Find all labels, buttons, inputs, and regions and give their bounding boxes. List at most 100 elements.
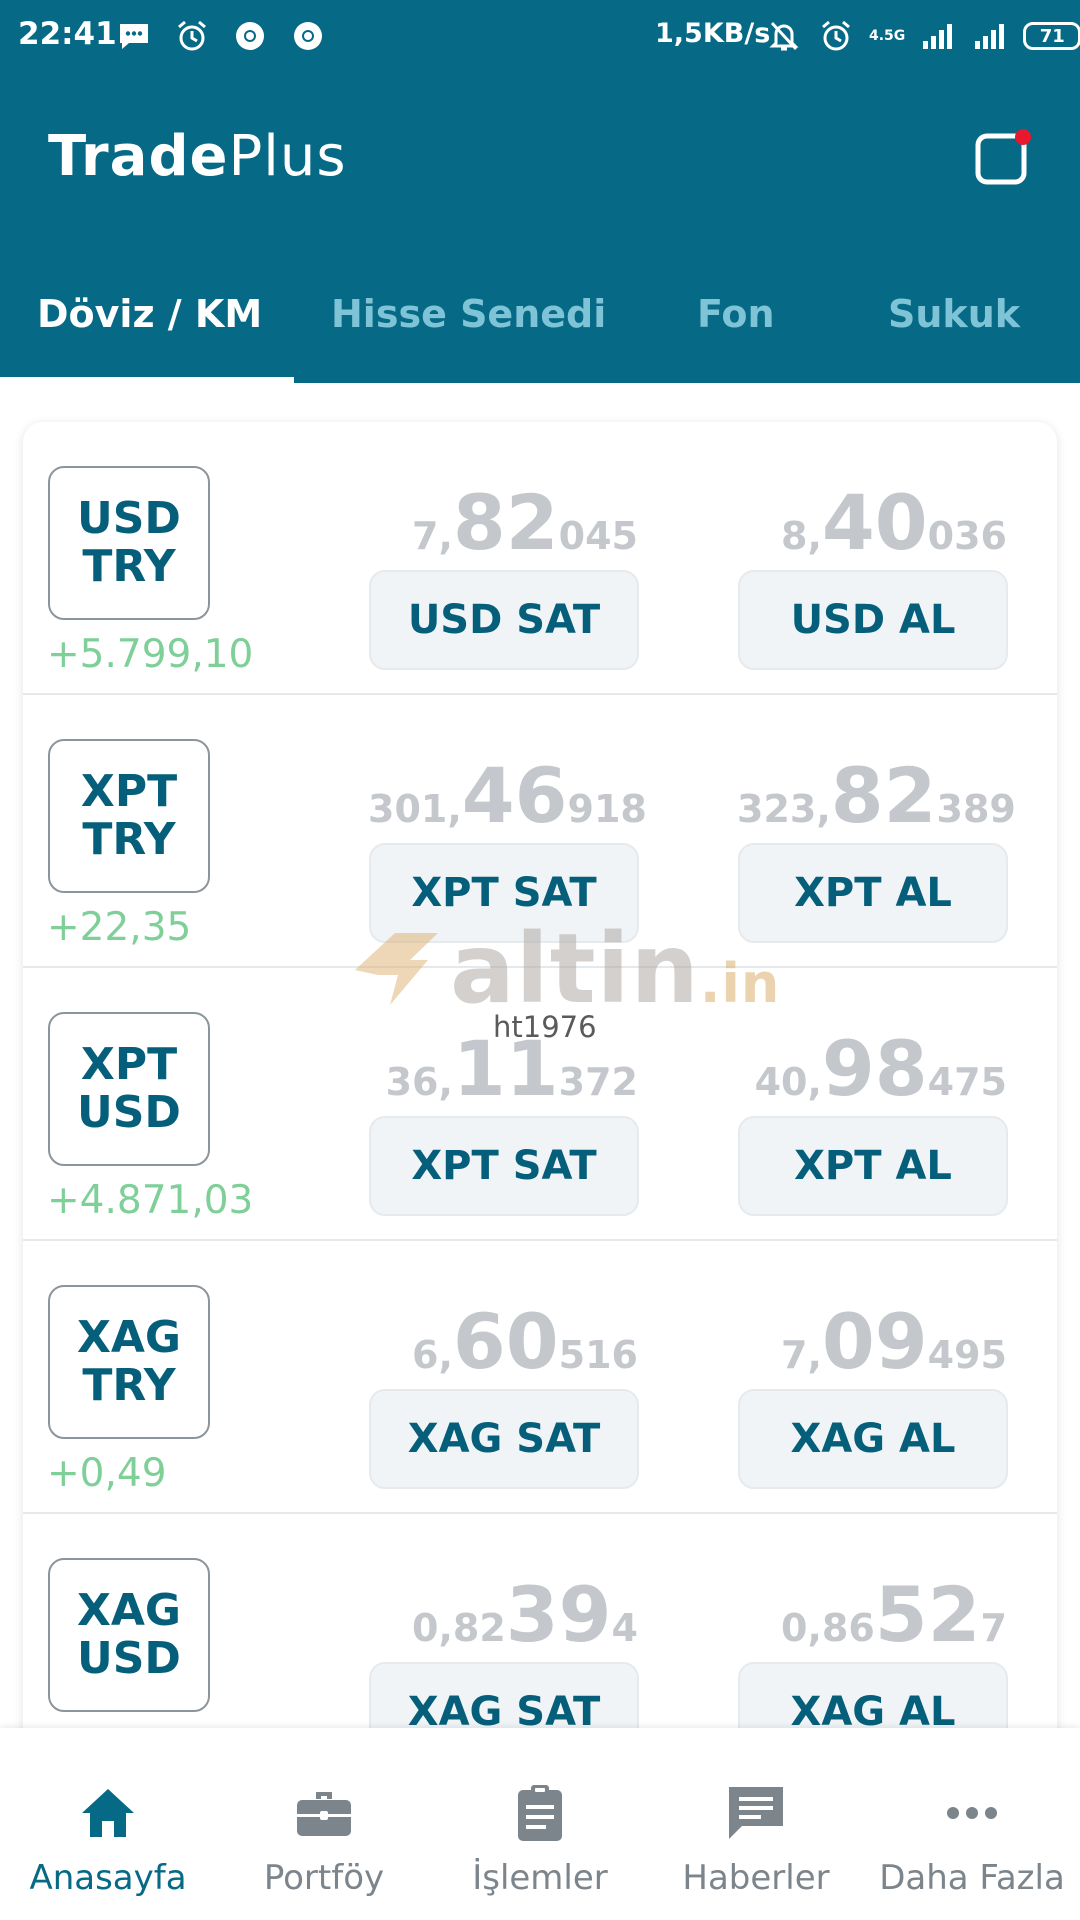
sell-price-prefix: 0,82: [412, 1606, 506, 1650]
buy-price-main: 09: [821, 1297, 928, 1386]
sell-button[interactable]: USD SAT: [369, 570, 639, 670]
signal-icon: [919, 17, 957, 55]
sell-button[interactable]: XAG SAT: [369, 1389, 639, 1489]
status-bar: 22:41 1,5KB/s 4.5G 71: [0, 0, 1080, 75]
pair-base: XPT: [80, 1039, 178, 1090]
change-value: +22,35: [47, 905, 192, 950]
sell-price-prefix: 301,: [368, 787, 462, 831]
currency-pair-badge: XAG TRY: [48, 1285, 210, 1439]
sell-button[interactable]: XPT SAT: [369, 1116, 639, 1216]
tab-fon[interactable]: Fon: [697, 292, 775, 336]
watermark-username: ht1976: [493, 1010, 597, 1044]
alarm-icon: [817, 17, 855, 55]
buy-price-suffix: 495: [927, 1333, 1007, 1377]
pair-quote: TRY: [82, 814, 176, 865]
alarm-icon: [173, 17, 211, 55]
pair-base: XPT: [80, 766, 178, 817]
rate-row: XPT USD +4.871,03 36,11372 40,98475 XPT …: [23, 968, 1057, 1241]
tab-doviz-km[interactable]: Döviz / KM: [37, 292, 262, 336]
buy-price-main: 82: [830, 751, 937, 840]
nav-label: Anasayfa: [29, 1858, 187, 1898]
nav-label: Haberler: [682, 1858, 830, 1898]
buy-price: 8,40036: [737, 478, 1007, 567]
sell-price-suffix: 4: [611, 1606, 638, 1650]
bell-off-icon: [765, 17, 803, 55]
nav-anasayfa[interactable]: Anasayfa: [0, 1728, 216, 1920]
clipboard-icon: [507, 1780, 573, 1846]
app-screen: 22:41 1,5KB/s 4.5G 71 TradePlus Döviz / …: [0, 0, 1080, 1920]
sell-price-prefix: 36,: [385, 1060, 453, 1104]
app-title-light: Plus: [228, 124, 347, 189]
buy-button[interactable]: XPT AL: [738, 843, 1008, 943]
buy-price-prefix: 323,: [737, 787, 831, 831]
chrome-icon: [231, 17, 269, 55]
sell-price: 301,46918: [368, 751, 647, 840]
status-icons-left: [115, 17, 327, 55]
buy-price: 323,82389: [737, 751, 1016, 840]
nav-label: Daha Fazla: [879, 1858, 1065, 1898]
buy-price-prefix: 0,86: [781, 1606, 875, 1650]
currency-pair-badge: XPT TRY: [48, 739, 210, 893]
buy-price: 40,98475: [737, 1024, 1007, 1113]
sell-price-main: 39: [505, 1570, 612, 1659]
status-network-speed: 1,5KB/s: [655, 18, 771, 49]
rates-card: USD TRY +5.799,10 7,82045 8,40036 USD SA…: [23, 422, 1057, 1842]
sell-price-suffix: 045: [558, 514, 638, 558]
currency-pair-badge: USD TRY: [48, 466, 210, 620]
nav-portfoy[interactable]: Portföy: [216, 1728, 432, 1920]
buy-price-prefix: 40,: [754, 1060, 822, 1104]
sell-price-suffix: 516: [558, 1333, 638, 1377]
app-header: 22:41 1,5KB/s 4.5G 71 TradePlus Döviz / …: [0, 0, 1080, 383]
buy-price-suffix: 036: [927, 514, 1007, 558]
buy-button[interactable]: USD AL: [738, 570, 1008, 670]
buy-price: 0,86527: [737, 1570, 1007, 1659]
buy-price-suffix: 475: [927, 1060, 1007, 1104]
buy-price-suffix: 389: [936, 787, 1016, 831]
buy-price: 7,09495: [737, 1297, 1007, 1386]
pair-base: XAG: [76, 1585, 182, 1636]
app-title: TradePlus: [48, 124, 347, 189]
pair-base: USD: [77, 493, 181, 544]
buy-button[interactable]: XAG AL: [738, 1389, 1008, 1489]
currency-pair-badge: XAG USD: [48, 1558, 210, 1712]
sell-price-prefix: 7,: [412, 514, 453, 558]
change-value: +5.799,10: [47, 632, 254, 677]
buy-price-prefix: 7,: [781, 1333, 822, 1377]
pair-quote: USD: [77, 1633, 181, 1684]
signal-icon: [971, 17, 1009, 55]
more-icon: [939, 1780, 1005, 1846]
chrome-icon: [289, 17, 327, 55]
status-icons-right: 4.5G 71: [765, 17, 1080, 55]
pair-quote: USD: [77, 1087, 181, 1138]
sell-price-main: 60: [452, 1297, 559, 1386]
sell-price-prefix: 6,: [412, 1333, 453, 1377]
sell-button[interactable]: XPT SAT: [369, 843, 639, 943]
nav-islemler[interactable]: İşlemler: [432, 1728, 648, 1920]
change-value: +0,49: [47, 1451, 167, 1496]
sell-price: 6,60516: [368, 1297, 638, 1386]
status-time: 22:41: [18, 16, 117, 52]
network-type: 4.5G: [869, 28, 906, 44]
buy-price-main: 40: [821, 478, 928, 567]
nav-daha-fazla[interactable]: Daha Fazla: [864, 1728, 1080, 1920]
notification-button[interactable]: [974, 128, 1034, 188]
buy-button[interactable]: XPT AL: [738, 1116, 1008, 1216]
active-tab-indicator: [0, 377, 294, 383]
buy-price-suffix: 7: [980, 1606, 1007, 1650]
category-tabs: Döviz / KM Hisse Senedi Fon Sukuk: [0, 280, 1080, 383]
sell-price-suffix: 918: [567, 787, 647, 831]
rate-row: USD TRY +5.799,10 7,82045 8,40036 USD SA…: [23, 422, 1057, 695]
sell-price-main: 82: [452, 478, 559, 567]
buy-price-main: 98: [821, 1024, 928, 1113]
sell-price: 7,82045: [368, 478, 638, 567]
rate-row: XAG TRY +0,49 6,60516 7,09495 XAG SAT XA…: [23, 1241, 1057, 1514]
tab-sukuk[interactable]: Sukuk: [888, 292, 1020, 336]
buy-price-main: 52: [874, 1570, 981, 1659]
tab-hisse-senedi[interactable]: Hisse Senedi: [331, 292, 606, 336]
nav-haberler[interactable]: Haberler: [648, 1728, 864, 1920]
sell-price-suffix: 372: [558, 1060, 638, 1104]
nav-label: İşlemler: [472, 1858, 608, 1898]
buy-price-prefix: 8,: [781, 514, 822, 558]
change-value: +4.871,03: [47, 1178, 254, 1223]
pair-quote: TRY: [82, 541, 176, 592]
